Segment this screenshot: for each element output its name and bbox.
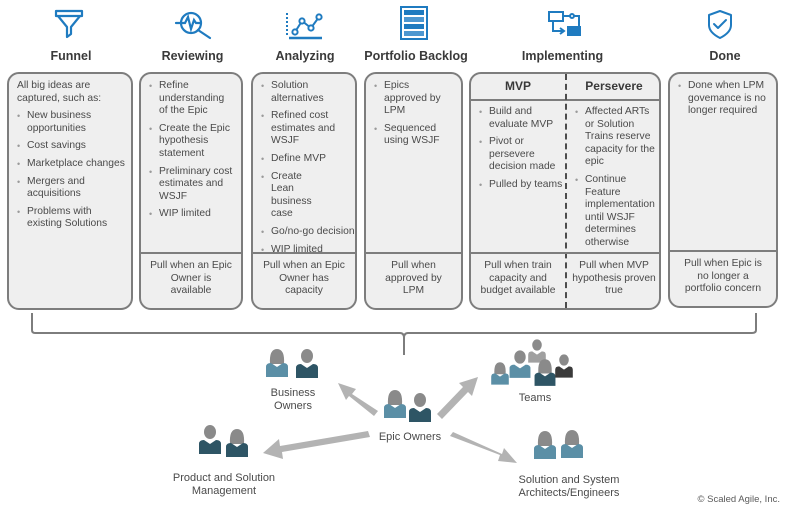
done-pull-condition: Pull when Epic is no longer a portfolio …	[670, 250, 776, 306]
team-member-icon	[555, 354, 573, 378]
portfolio-backlog-pull-condition: Pull when approved by LPM	[366, 252, 461, 308]
team-member-icon	[491, 362, 509, 385]
role-label-teams: Teams	[518, 392, 552, 404]
business-owner-icon	[266, 349, 288, 377]
list-item: Continue Feature implementation until WS…	[575, 174, 659, 250]
arrow-to-business-owners	[338, 383, 378, 416]
epic-owner-icon	[384, 390, 406, 418]
stage-title-funnel: Funnel	[50, 49, 92, 63]
implementing-footer: Pull when train capacity and budget avai…	[471, 252, 659, 308]
magnifier-pulse-icon	[174, 11, 212, 40]
list-item: Done when LPM govemance is no longer req…	[678, 80, 770, 118]
list-item: Refine understanding of the Epic	[149, 80, 235, 118]
arrow-to-architects	[450, 432, 517, 463]
mvp-heading: MVP	[504, 79, 531, 93]
list-item: Sequenced using WSJF	[374, 123, 455, 148]
funnel-list: New business opportunities Cost savings …	[17, 110, 125, 231]
role-label-product-management: Product and Solution Management	[172, 472, 276, 497]
list-item: Create the Epic hypothesis statement	[149, 123, 235, 161]
list-item: Marketplace changes	[17, 158, 125, 171]
list-item: Pulled by teams	[479, 179, 565, 192]
analyzing-list: Solution alternatives Refined cost estim…	[261, 80, 355, 256]
team-member-icon	[528, 339, 546, 363]
role-label-business-owners: Business Owners	[270, 387, 316, 412]
stage-title-implementing: Implementing	[521, 49, 604, 63]
list-item: Build and evaluate MVP	[479, 106, 565, 131]
analyzing-pull-condition: Pull when an Epic Owner has capacity	[253, 252, 355, 308]
arrow-to-teams	[437, 377, 478, 419]
persevere-heading: Persevere	[585, 79, 643, 93]
card-reviewing: Refine understanding of the Epic Create …	[139, 72, 243, 310]
list-item: Epics approved by LPM	[374, 80, 455, 118]
card-portfolio-backlog: Epics approved by LPM Sequenced using WS…	[364, 72, 463, 310]
list-item: Preliminary cost estimates and WSJF	[149, 166, 235, 204]
epic-owner-icon	[409, 393, 431, 422]
portfolio-backlog-list: Epics approved by LPM Sequenced using WS…	[374, 80, 455, 148]
card-analyzing: Solution alternatives Refined cost estim…	[251, 72, 357, 310]
stage-title-done: Done	[709, 49, 741, 63]
persevere-list: Affected ARTs or Solution Trains reserve…	[575, 106, 659, 250]
bracket	[31, 313, 757, 355]
list-item: Problems with existing Solutions	[17, 206, 125, 231]
card-funnel: All big ideas are captured, such as: New…	[7, 72, 133, 310]
funnel-intro: All big ideas are captured, such as:	[17, 80, 102, 104]
team-member-icon	[534, 359, 556, 386]
list-item: Solution alternatives	[261, 80, 349, 105]
architect-icon	[534, 431, 556, 459]
list-item: Go/no-go decision	[261, 226, 355, 239]
mvp-pull-condition: Pull when train capacity and budget avai…	[480, 260, 556, 297]
reviewing-pull-condition: Pull when an Epic Owner is available	[141, 252, 241, 308]
list-item: Cost savings	[17, 140, 125, 153]
mvp-list: Build and evaluate MVP Pivot or persever…	[479, 106, 565, 192]
team-member-icon	[509, 350, 531, 378]
list-item: WIP limited	[149, 208, 235, 221]
list-item: New business opportunities	[17, 110, 125, 135]
card-done: Done when LPM govemance is no longer req…	[668, 72, 778, 308]
persevere-column: Affected ARTs or Solution Trains reserve…	[569, 106, 659, 255]
list-item: Define MVP	[261, 153, 349, 166]
mvp-column: Build and evaluate MVP Pivot or persever…	[471, 106, 565, 197]
backlog-stack-icon	[400, 6, 428, 40]
list-item: Affected ARTs or Solution Trains reserve…	[575, 106, 659, 169]
list-item: Mergers and acquisitions	[17, 176, 125, 201]
shield-check-icon	[708, 10, 732, 39]
business-owner-icon	[296, 349, 318, 378]
product-manager-icon	[199, 425, 221, 454]
role-label-architects: Solution and System Architects/Engineers	[518, 474, 620, 499]
arrow-to-product-management	[263, 431, 370, 459]
list-item: Create Lean business case	[261, 171, 349, 221]
role-label-epic-owners: Epic Owners	[378, 431, 442, 443]
product-manager-icon	[226, 429, 248, 457]
flow-process-icon	[548, 11, 581, 36]
persevere-pull-condition: Pull when MVP hypothesis proven true	[572, 260, 656, 297]
stage-title-portfolio-backlog: Portfolio Backlog	[364, 49, 468, 63]
funnel-icon	[54, 9, 84, 39]
reviewing-list: Refine understanding of the Epic Create …	[149, 80, 235, 221]
architect-icon	[561, 430, 583, 458]
done-list: Done when LPM govemance is no longer req…	[678, 80, 770, 118]
line-chart-icon	[286, 13, 323, 40]
stage-title-analyzing: Analyzing	[275, 49, 335, 63]
stage-title-reviewing: Reviewing	[161, 49, 224, 63]
list-item: Pivot or persevere decision made	[479, 136, 565, 174]
copyright: © Scaled Agile, Inc.	[697, 494, 780, 505]
list-item: Refined cost estimates and WSJF	[261, 110, 349, 148]
card-implementing: MVP Persevere Build and evaluate MVP Piv…	[469, 72, 661, 310]
